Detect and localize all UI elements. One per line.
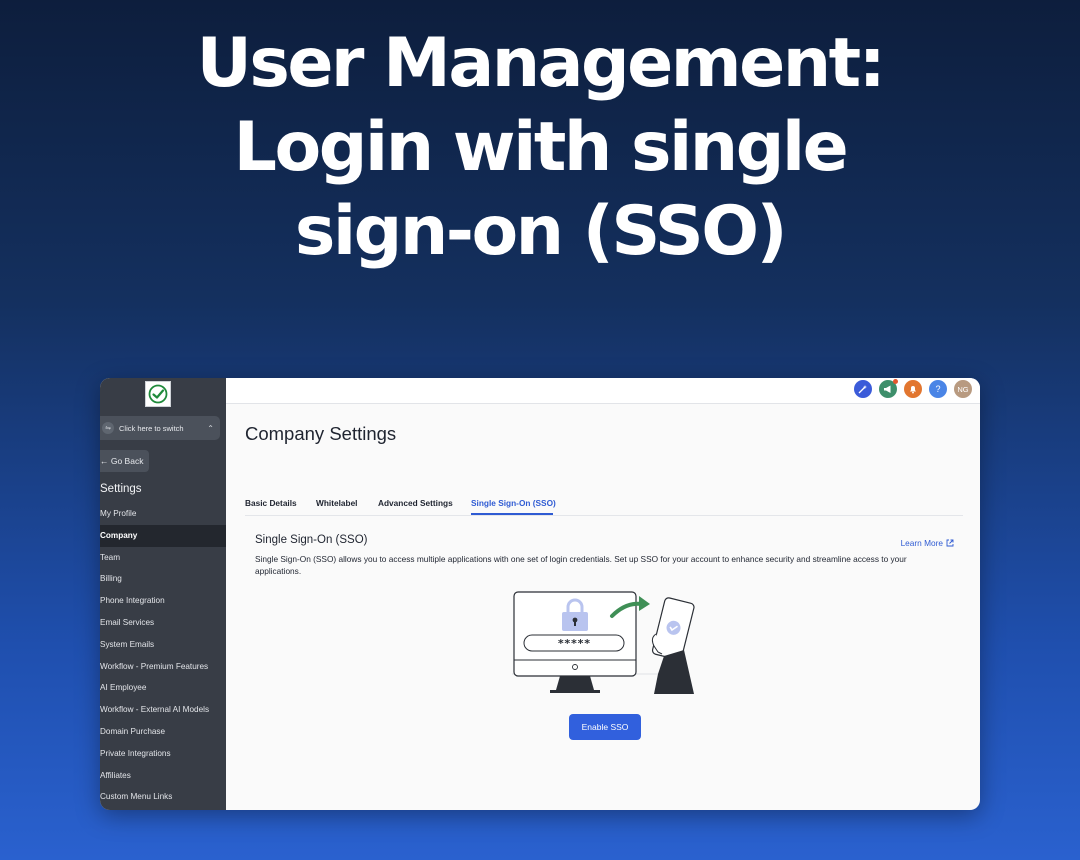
sidebar-item-workflow-premium[interactable]: Workflow - Premium Features <box>100 656 226 678</box>
hero-title-line-3: sign-on (SSO) <box>294 192 788 271</box>
sidebar-item-phone-integration[interactable]: Phone Integration <box>100 590 226 612</box>
tab-whitelabel[interactable]: Whitelabel <box>316 498 358 508</box>
settings-tabs: Basic Details Whitelabel Advanced Settin… <box>245 493 963 516</box>
external-link-icon <box>946 539 954 547</box>
tab-single-sign-on[interactable]: Single Sign-On (SSO) <box>471 498 556 508</box>
sidebar: ⇋ Click here to switch ⌃ ← Go Back Setti… <box>100 378 226 810</box>
magic-icon[interactable] <box>854 380 872 398</box>
page-title: Company Settings <box>245 423 397 444</box>
learn-more-label: Learn More <box>900 538 943 548</box>
settings-heading: Settings <box>100 483 142 495</box>
notification-dot <box>893 379 898 384</box>
active-tab-indicator <box>471 513 553 515</box>
sidebar-item-company[interactable]: Company <box>100 524 226 547</box>
sidebar-item-team[interactable]: Team <box>100 547 226 569</box>
learn-more-link[interactable]: Learn More <box>901 538 954 548</box>
sso-description: Single Sign-On (SSO) allows you to acces… <box>255 554 907 576</box>
sidebar-item-custom-menu-links[interactable]: Custom Menu Links <box>100 786 226 808</box>
tab-basic-details[interactable]: Basic Details <box>245 498 297 508</box>
sidebar-item-domain-purchase[interactable]: Domain Purchase <box>100 721 226 743</box>
password-mask: ***** <box>557 637 590 650</box>
switch-account-icon: ⇋ <box>102 422 114 434</box>
enable-sso-button[interactable]: Enable SSO <box>569 714 641 740</box>
sidebar-item-private-integrations[interactable]: Private Integrations <box>100 743 226 765</box>
app-window: ⇋ Click here to switch ⌃ ← Go Back Setti… <box>100 378 980 810</box>
settings-nav: My Profile Company Team Billing Phone In… <box>100 503 226 808</box>
sidebar-item-billing[interactable]: Billing <box>100 568 226 590</box>
help-icon[interactable]: ? <box>929 380 947 398</box>
megaphone-icon[interactable] <box>879 379 898 398</box>
go-back-button[interactable]: ← Go Back <box>100 450 149 472</box>
sidebar-item-system-emails[interactable]: System Emails <box>100 634 226 656</box>
chevron-updown-icon: ⌃ <box>207 423 214 433</box>
avatar[interactable]: NG <box>954 380 972 398</box>
sidebar-item-ai-employee[interactable]: AI Employee <box>100 677 226 699</box>
sidebar-item-my-profile[interactable]: My Profile <box>100 503 226 525</box>
sidebar-item-affiliates[interactable]: Affiliates <box>100 765 226 787</box>
hero-title: User Management: Login with single sign-… <box>0 22 1080 274</box>
tab-advanced-settings[interactable]: Advanced Settings <box>378 498 453 508</box>
top-bar: ? NG <box>226 378 980 404</box>
sso-section-heading: Single Sign-On (SSO) <box>255 534 368 546</box>
switcher-label: Click here to switch <box>119 423 184 433</box>
hero-title-line-1: User Management: <box>196 24 886 103</box>
bell-icon[interactable] <box>904 380 922 398</box>
main-content: Company Settings Basic Details Whitelabe… <box>226 404 980 810</box>
hero-title-line-2: Login with single <box>233 108 849 187</box>
sso-illustration: ***** <box>508 590 704 698</box>
account-switcher[interactable]: ⇋ Click here to switch ⌃ <box>100 416 220 440</box>
logo-checkmark-icon[interactable] <box>145 381 171 407</box>
sidebar-item-email-services[interactable]: Email Services <box>100 612 226 634</box>
sidebar-item-workflow-external-ai[interactable]: Workflow - External AI Models <box>100 699 226 721</box>
